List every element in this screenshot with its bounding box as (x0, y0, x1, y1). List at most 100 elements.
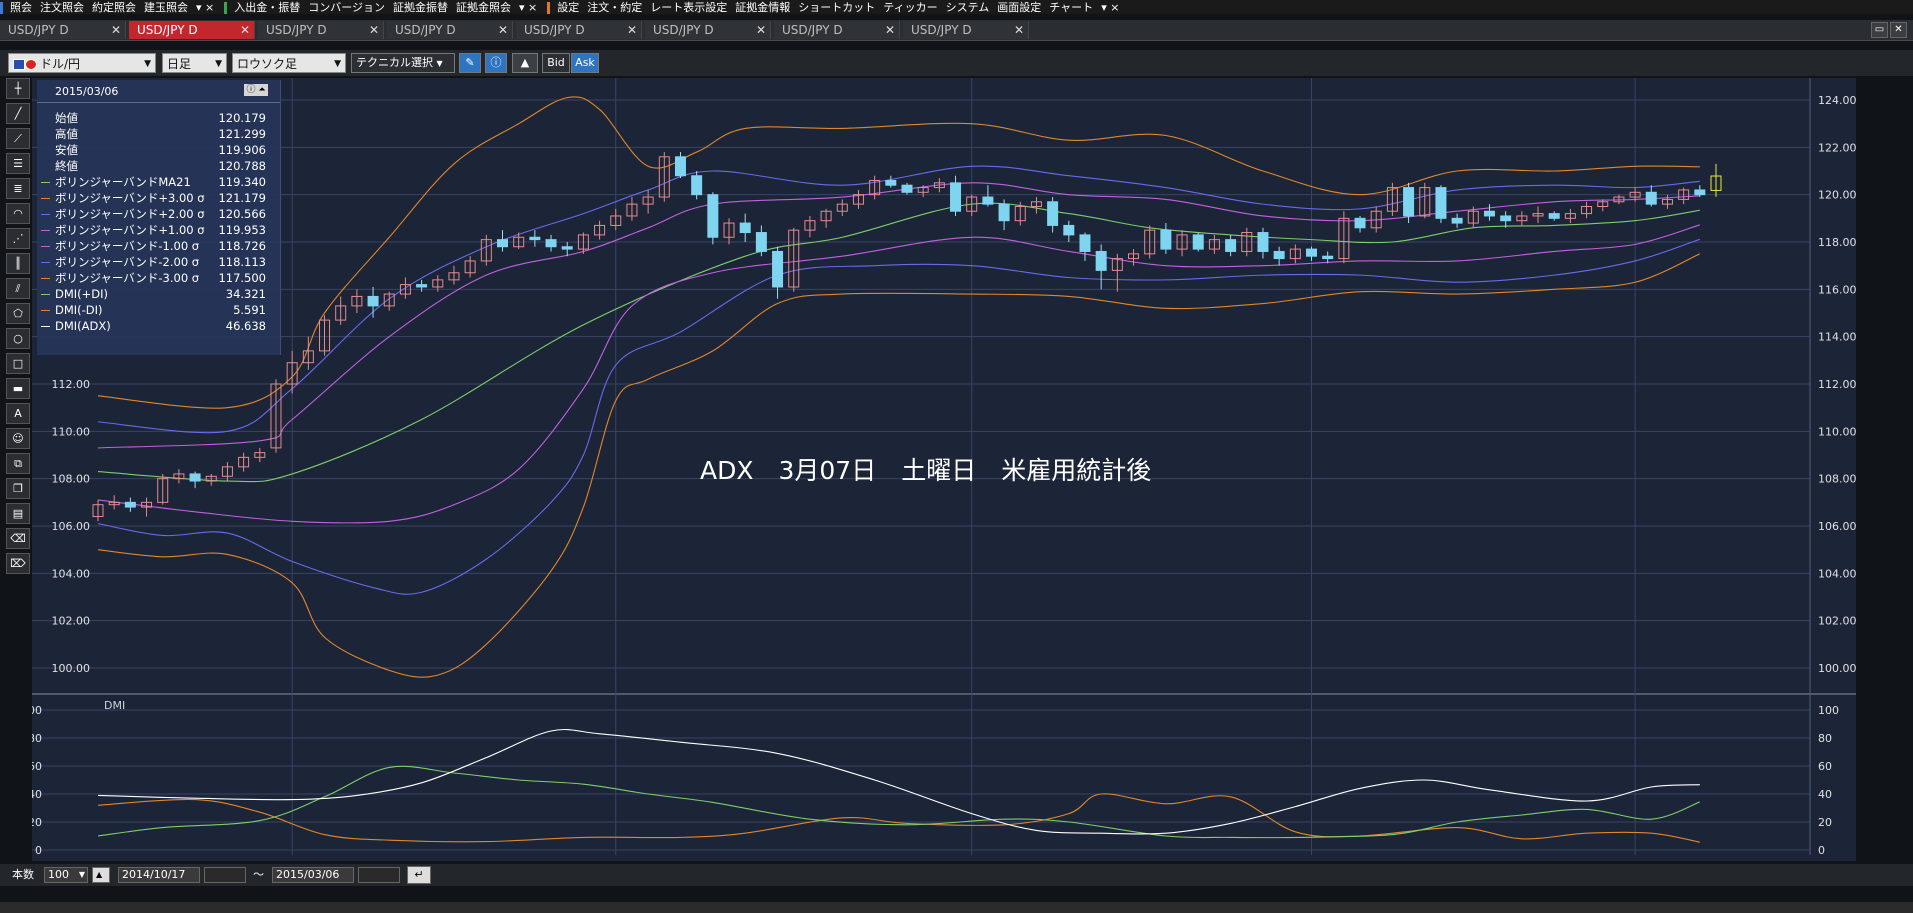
chart-tab[interactable]: USD/JPY D ✕ (645, 21, 771, 39)
data-window-row: ボリンジャーバンド-1.00 σ 118.726 (37, 238, 280, 254)
chart-tab[interactable]: USD/JPY D ✕ (0, 21, 126, 39)
menu-item[interactable]: システム (946, 1, 990, 14)
chart-tab-label: USD/JPY D (137, 23, 198, 37)
chart-tab[interactable]: USD/JPY D ✕ (516, 21, 642, 39)
chart-type-select[interactable]: ロウソク足 ▼ (232, 53, 346, 73)
menu-item[interactable]: 証拠金情報 (735, 1, 790, 14)
fibonacci-icon[interactable]: ≣ (6, 178, 30, 199)
menu-item[interactable]: ティッカー (883, 1, 937, 14)
pencil-icon[interactable]: ✎ (459, 53, 481, 73)
chart-tab[interactable]: USD/JPY D ✕ (387, 21, 513, 39)
circle-icon[interactable]: ○ (6, 328, 30, 349)
menu-item[interactable]: 建玉照会 (144, 1, 188, 14)
ask-button[interactable]: Ask (571, 53, 599, 73)
close-tab-icon[interactable]: ✕ (627, 21, 637, 39)
crosshair-icon[interactable]: ┼ (6, 78, 30, 99)
menu-item[interactable]: 照会 (10, 1, 32, 14)
duplicate-icon[interactable]: ❐ (6, 478, 30, 499)
close-tab-icon[interactable]: ✕ (756, 21, 766, 39)
close-window-icon[interactable]: ✕ (1890, 22, 1907, 38)
menu-item[interactable]: 設定 (557, 1, 579, 14)
menu-item[interactable]: ショートカット (798, 1, 875, 14)
chevron-down-icon: ▼ (436, 59, 443, 68)
menu-item[interactable]: 証拠金振替 (393, 1, 448, 14)
candle-body (982, 196, 994, 205)
data-window-value: 119.340 (218, 175, 266, 189)
close-tab-icon[interactable]: ✕ (369, 21, 379, 39)
date-tick-label: 15/02/02 (1287, 859, 1336, 861)
close-tab-icon[interactable]: ✕ (240, 21, 250, 39)
menu-item[interactable]: コンバージョン (308, 1, 385, 14)
separator-icon[interactable]: ▬ (6, 378, 30, 399)
menu-group-close-icon[interactable]: ▾ × (519, 1, 537, 14)
bid-button[interactable]: Bid (542, 53, 570, 73)
menu-item[interactable]: 注文照会 (40, 1, 84, 14)
menu-item[interactable]: レート表示設定 (650, 1, 727, 14)
from-date-picker[interactable] (204, 867, 246, 883)
from-date-input[interactable]: 2014/10/17 (118, 867, 200, 883)
to-date-input[interactable]: 2015/03/06 (272, 867, 354, 883)
candle-body (1354, 217, 1366, 229)
info-icon[interactable]: ⓘ (485, 53, 507, 73)
to-date-picker[interactable] (358, 867, 400, 883)
menu-item[interactable]: 注文・約定 (587, 1, 642, 14)
eraser-icon[interactable]: ⌫ (6, 528, 30, 549)
data-window-value: 117.500 (218, 271, 266, 285)
dmi-panel-bg (32, 694, 1810, 855)
range-bar: 本数 100 ▼ ▲ 2014/10/17 ～ 2015/03/06 ↵ (0, 864, 1913, 886)
currency-pair-select[interactable]: ドル/円 ▼ (8, 53, 156, 73)
menu-item[interactable]: チャート (1049, 1, 1093, 14)
vertical-lines-icon[interactable]: ║ (6, 253, 30, 274)
candle-body (1306, 248, 1317, 257)
count-input[interactable]: 100 ▼ (44, 867, 88, 883)
menu-item[interactable]: 画面設定 (997, 1, 1041, 14)
close-tab-icon[interactable]: ✕ (885, 21, 895, 39)
menu-item[interactable]: 入出金・振替 (234, 1, 300, 14)
menu-group-close-icon[interactable]: ▾ × (1101, 1, 1119, 14)
data-window: 2015/03/06 ⓘ ⏶ 始値 120.179 高値 121.299 安値 119.9… (37, 80, 281, 355)
count-up-icon[interactable]: ▲ (92, 867, 110, 883)
paste-icon[interactable]: ▤ (6, 503, 30, 524)
data-window-value: 118.113 (218, 255, 266, 269)
erase-all-icon[interactable]: ⌦ (6, 553, 30, 574)
rectangle-icon[interactable]: □ (6, 353, 30, 374)
apply-return-icon[interactable]: ↵ (407, 866, 431, 884)
chart-tab-label: USD/JPY D (8, 23, 69, 37)
chart-tab[interactable]: USD/JPY D ✕ (774, 21, 900, 39)
arc-icon[interactable]: ◠ (6, 203, 30, 224)
chart-tab[interactable]: USD/JPY D ✕ (258, 21, 384, 39)
restore-icon[interactable]: ▭ (1871, 22, 1888, 38)
pentagon-icon[interactable]: ⬠ (6, 303, 30, 324)
close-tab-icon[interactable]: ✕ (498, 21, 508, 39)
data-window-label: DMI(+DI) (55, 287, 109, 301)
emoji-icon[interactable]: ☺ (6, 428, 30, 449)
info-collapse-icon[interactable]: ⓘ ⏶ (244, 84, 268, 96)
chart-toolbar: ドル/円 ▼ 日足 ▼ ロウソク足 ▼ テクニカル選択 ▼ ✎ ⓘ ▲ Bid Ask (0, 50, 1913, 76)
chart-tab[interactable]: USD/JPY D ✕ (129, 21, 255, 39)
horizontal-lines-icon[interactable]: ☰ (6, 153, 30, 174)
fan-icon[interactable]: ⋰ (6, 228, 30, 249)
jp-flag-icon (25, 59, 37, 70)
candle-body (885, 179, 897, 186)
data-window-value: 121.299 (218, 127, 266, 141)
period-select[interactable]: 日足 ▼ (162, 53, 227, 73)
menu-item[interactable]: 証拠金照会 (456, 1, 511, 14)
close-tab-icon[interactable]: ✕ (111, 21, 121, 39)
copy-icon[interactable]: ⧉ (6, 453, 30, 474)
ray-line-icon[interactable]: ⟋ (6, 128, 30, 149)
close-tab-icon[interactable]: ✕ (1014, 21, 1024, 39)
candle-body (1273, 250, 1285, 260)
price-tick-label: 104.00 (1818, 567, 1856, 580)
data-window-value: 34.321 (225, 287, 266, 301)
data-window-label: 終値 (55, 159, 78, 173)
price-tick-label: 120.00 (1818, 189, 1856, 202)
chart-tab[interactable]: USD/JPY D ✕ (903, 21, 1029, 39)
menu-group-close-icon[interactable]: ▾ × (196, 1, 214, 14)
menu-item[interactable]: 約定照会 (92, 1, 136, 14)
channel-icon[interactable]: ⫽ (6, 278, 30, 299)
trendline-icon[interactable]: ╱ (6, 103, 30, 124)
text-icon[interactable]: A (6, 403, 30, 424)
chart-mountain-icon[interactable]: ▲ (512, 53, 538, 73)
data-window-label: 始値 (55, 111, 78, 125)
technical-select[interactable]: テクニカル選択 ▼ (351, 53, 455, 73)
